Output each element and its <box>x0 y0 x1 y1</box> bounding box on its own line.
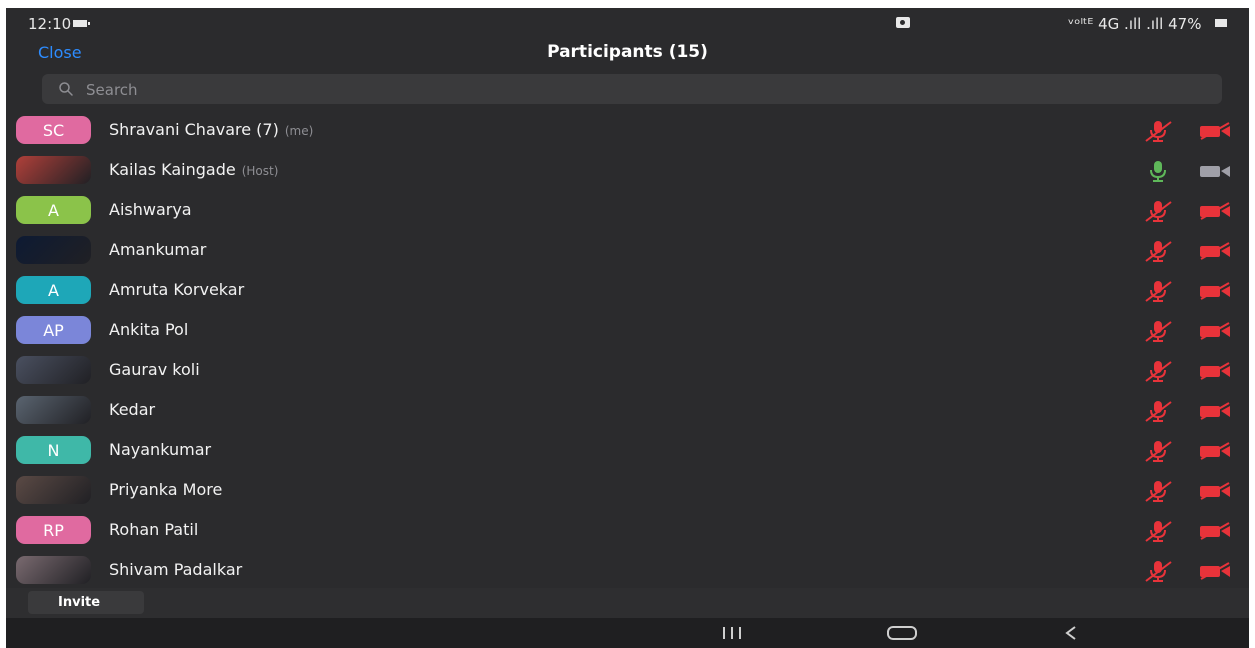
microphone-muted-icon[interactable] <box>1143 119 1173 143</box>
participant-name: Nayankumar <box>109 440 212 459</box>
participant-row[interactable]: Gaurav koli <box>6 350 1249 390</box>
participant-row[interactable]: AP Ankita Pol <box>6 310 1249 350</box>
video-camera-icon[interactable] <box>1199 162 1231 180</box>
participant-name: Shravani Chavare (7) <box>109 120 279 139</box>
search-bar[interactable] <box>42 74 1222 106</box>
participant-row[interactable]: Priyanka More <box>6 470 1249 510</box>
microphone-icon[interactable] <box>1143 159 1173 183</box>
participant-name-container: Amruta Korvekar <box>109 280 244 299</box>
avatar <box>16 236 91 264</box>
participant-role-tag: (Host) <box>241 164 279 178</box>
page-title: Participants (15) <box>547 42 708 62</box>
video-camera-off-icon[interactable] <box>1199 362 1231 380</box>
avatar: SC <box>16 116 91 144</box>
microphone-muted-icon[interactable] <box>1143 279 1173 303</box>
participant-name-container: Rohan Patil <box>109 520 198 539</box>
recent-apps-icon[interactable] <box>719 627 745 639</box>
participant-row[interactable]: Kailas Kaingade (Host) <box>6 150 1249 190</box>
participant-name-container: Shivam Padalkar <box>109 560 242 579</box>
microphone-muted-icon[interactable] <box>1143 519 1173 543</box>
participant-row[interactable]: Shivam Padalkar <box>6 550 1249 590</box>
participant-list: SC Shravani Chavare (7) (me) Kailas Kaingad… <box>6 110 1249 590</box>
participant-row[interactable]: Amankumar <box>6 230 1249 270</box>
participant-name: Amankumar <box>109 240 207 259</box>
video-camera-off-icon[interactable] <box>1199 522 1231 540</box>
participant-name: Aishwarya <box>109 200 192 219</box>
invite-button[interactable]: Invite <box>28 591 144 614</box>
microphone-muted-icon[interactable] <box>1143 319 1173 343</box>
microphone-muted-icon[interactable] <box>1143 199 1173 223</box>
video-camera-off-icon[interactable] <box>1199 122 1231 140</box>
avatar <box>16 556 91 584</box>
microphone-muted-icon[interactable] <box>1143 479 1173 503</box>
avatar <box>16 156 91 184</box>
participant-name: Kailas Kaingade <box>109 160 236 179</box>
microphone-muted-icon[interactable] <box>1143 439 1173 463</box>
avatar: AP <box>16 316 91 344</box>
avatar: A <box>16 196 91 224</box>
participant-row[interactable]: A Aishwarya <box>6 190 1249 230</box>
avatar: A <box>16 276 91 304</box>
participant-name-container: Kailas Kaingade (Host) <box>109 160 278 179</box>
participant-name-container: Kedar <box>109 400 155 419</box>
participant-name-container: Aishwarya <box>109 200 192 219</box>
back-icon[interactable] <box>1061 623 1081 643</box>
participant-name-container: Shravani Chavare (7) (me) <box>109 120 313 139</box>
battery-small-icon <box>73 20 90 27</box>
avatar <box>16 476 91 504</box>
participant-row[interactable]: A Amruta Korvekar <box>6 270 1249 310</box>
avatar <box>16 396 91 424</box>
avatar: N <box>16 436 91 464</box>
signal-status-text: ᵛᵒˡᵗᴱ 4G .ıll .ıll 47% <box>1068 15 1202 33</box>
microphone-muted-icon[interactable] <box>1143 399 1173 423</box>
avatar: RP <box>16 516 91 544</box>
participant-name: Shivam Padalkar <box>109 560 243 579</box>
participant-row[interactable]: RP Rohan Patil <box>6 510 1249 550</box>
system-nav-bar <box>6 618 1249 648</box>
participant-name-container: Amankumar <box>109 240 206 259</box>
microphone-muted-icon[interactable] <box>1143 559 1173 583</box>
video-camera-off-icon[interactable] <box>1199 242 1231 260</box>
bottom-bar: Invite <box>6 588 1249 618</box>
participant-name: Rohan Patil <box>109 520 199 539</box>
participant-name: Kedar <box>109 400 156 419</box>
participant-name-container: Gaurav koli <box>109 360 200 379</box>
microphone-muted-icon[interactable] <box>1143 239 1173 263</box>
participant-name: Amruta Korvekar <box>109 280 245 299</box>
video-camera-off-icon[interactable] <box>1199 282 1231 300</box>
video-camera-off-icon[interactable] <box>1199 202 1231 220</box>
header: Close Participants (15) <box>6 38 1249 72</box>
camera-status-icon <box>896 17 910 28</box>
participant-name: Ankita Pol <box>109 320 189 339</box>
status-time: 12:10 <box>28 15 72 33</box>
status-bar: 12:10 ᵛᵒˡᵗᴱ 4G .ıll .ıll 47% <box>6 8 1249 38</box>
video-camera-off-icon[interactable] <box>1199 442 1231 460</box>
participant-row[interactable]: SC Shravani Chavare (7) (me) <box>6 110 1249 150</box>
app-window: 12:10 ᵛᵒˡᵗᴱ 4G .ıll .ıll 47% Close Parti… <box>6 8 1249 648</box>
participant-name: Gaurav koli <box>109 360 200 379</box>
participant-row[interactable]: Kedar <box>6 390 1249 430</box>
video-camera-off-icon[interactable] <box>1199 562 1231 580</box>
home-icon[interactable] <box>887 626 917 640</box>
microphone-muted-icon[interactable] <box>1143 359 1173 383</box>
participant-name-container: Priyanka More <box>109 480 222 499</box>
invite-button-label: Invite <box>58 595 101 610</box>
video-camera-off-icon[interactable] <box>1199 322 1231 340</box>
avatar <box>16 356 91 384</box>
video-camera-off-icon[interactable] <box>1199 482 1231 500</box>
battery-icon <box>1215 19 1227 27</box>
video-camera-off-icon[interactable] <box>1199 402 1231 420</box>
participant-name-container: Nayankumar <box>109 440 211 459</box>
participant-row[interactable]: N Nayankumar <box>6 430 1249 470</box>
participant-role-tag: (me) <box>284 124 314 138</box>
search-input[interactable] <box>84 74 1188 106</box>
participant-name: Priyanka More <box>109 480 223 499</box>
search-icon <box>59 82 73 96</box>
participant-name-container: Ankita Pol <box>109 320 188 339</box>
